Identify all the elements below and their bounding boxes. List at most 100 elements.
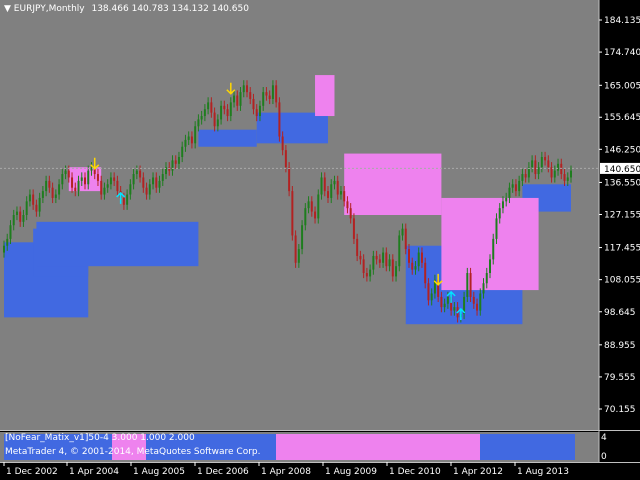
bull-candle bbox=[258, 105, 261, 117]
bull-candle bbox=[3, 245, 5, 253]
bull-candle bbox=[87, 170, 90, 185]
bear-candle bbox=[291, 191, 294, 236]
bull-candle bbox=[197, 119, 200, 127]
blue-band-block bbox=[198, 129, 257, 147]
bull-candle bbox=[161, 174, 164, 181]
bear-candle bbox=[440, 296, 443, 308]
bull-candle bbox=[330, 184, 333, 198]
price-tick-label: 108.055 bbox=[604, 276, 640, 286]
bear-candle bbox=[391, 259, 394, 277]
bull-candle bbox=[90, 167, 93, 171]
bear-candle bbox=[155, 177, 158, 188]
time-tick-label: 1 Aug 2005 bbox=[133, 467, 185, 477]
bull-candle bbox=[492, 238, 495, 260]
bull-candle bbox=[207, 102, 210, 110]
bull-candle bbox=[25, 201, 28, 215]
bull-candle bbox=[148, 184, 151, 195]
bear-candle bbox=[213, 112, 216, 127]
indicator-label: [NoFear_Matix_v1]50-4 3.000 1.000 2.000 bbox=[5, 433, 195, 443]
bull-candle bbox=[61, 174, 64, 185]
bear-candle bbox=[356, 238, 359, 256]
bear-candle bbox=[544, 156, 547, 161]
bull-candle bbox=[369, 269, 372, 277]
bull-candle bbox=[200, 116, 203, 120]
bear-candle bbox=[122, 197, 125, 205]
bear-candle bbox=[385, 252, 388, 267]
bull-candle bbox=[521, 174, 524, 181]
bear-candle bbox=[346, 201, 349, 209]
bull-candle bbox=[216, 119, 219, 127]
bull-candle bbox=[320, 177, 323, 195]
symbol-header: ▼ EURJPY,Monthly 138.466 140.783 134.132… bbox=[4, 4, 249, 14]
bull-candle bbox=[239, 92, 242, 106]
bear-candle bbox=[524, 174, 527, 178]
bear-candle bbox=[472, 296, 475, 304]
bull-candle bbox=[158, 180, 161, 188]
bull-candle bbox=[262, 92, 265, 106]
bear-candle bbox=[310, 201, 313, 212]
bear-candle bbox=[281, 136, 284, 151]
bull-candle bbox=[109, 177, 112, 185]
price-axis: 184.135 174.740 165.005 155.645 146.250 136.5… bbox=[599, 16, 640, 415]
bear-candle bbox=[359, 255, 362, 260]
bear-candle bbox=[71, 177, 74, 188]
bear-candle bbox=[51, 187, 54, 198]
bull-candle bbox=[417, 252, 420, 267]
bull-candle bbox=[485, 273, 488, 284]
bull-candle bbox=[132, 174, 135, 185]
bear-candle bbox=[48, 180, 51, 188]
bull-candle bbox=[518, 180, 521, 192]
bull-candle bbox=[395, 266, 398, 277]
bull-candle bbox=[446, 296, 449, 304]
bear-candle bbox=[67, 170, 70, 178]
bear-candle bbox=[278, 102, 281, 137]
bull-candle bbox=[12, 215, 15, 226]
bear-candle bbox=[223, 105, 226, 110]
price-tick-label: 165.005 bbox=[604, 81, 640, 91]
bull-candle bbox=[508, 187, 511, 198]
bear-candle bbox=[560, 163, 563, 175]
bull-candle bbox=[297, 249, 300, 263]
bear-candle bbox=[352, 218, 355, 239]
time-tick-label: 1 Apr 2008 bbox=[261, 467, 311, 477]
bear-candle bbox=[476, 303, 479, 311]
bear-candle bbox=[534, 160, 537, 175]
bear-candle bbox=[424, 262, 427, 284]
bull-candle bbox=[511, 184, 514, 188]
bear-candle bbox=[246, 85, 248, 93]
time-tick-label: 1 Dec 2002 bbox=[6, 467, 58, 477]
time-tick-label: 1 Aug 2013 bbox=[517, 467, 569, 477]
bull-candle bbox=[304, 208, 307, 226]
price-tick-label: 174.740 bbox=[604, 48, 640, 58]
bear-candle bbox=[336, 180, 339, 195]
copyright-text: MetaTrader 4, © 2001-2014, MetaQuotes So… bbox=[5, 447, 261, 457]
bear-candle bbox=[314, 211, 317, 219]
time-tick-label: 1 Dec 2006 bbox=[197, 467, 249, 477]
bull-candle bbox=[177, 156, 180, 164]
bear-candle bbox=[265, 92, 268, 96]
price-tick-label: 136.550 bbox=[604, 178, 640, 188]
bear-candle bbox=[84, 177, 86, 185]
bull-candle bbox=[495, 218, 498, 239]
bear-candle bbox=[284, 150, 287, 168]
bull-candle bbox=[498, 208, 501, 219]
bull-candle bbox=[443, 303, 446, 308]
bear-candle bbox=[236, 95, 239, 106]
bear-candle bbox=[327, 191, 329, 198]
bull-candle bbox=[45, 180, 48, 192]
symbol-name: EURJPY,Monthly bbox=[13, 4, 85, 14]
bull-candle bbox=[6, 238, 9, 246]
price-tick-label: 88.955 bbox=[604, 341, 636, 351]
bull-candle bbox=[333, 180, 336, 185]
time-tick-label: 1 Apr 2004 bbox=[69, 467, 119, 477]
price-tick-label: 98.645 bbox=[604, 308, 636, 318]
bull-candle bbox=[9, 225, 12, 239]
bull-candle bbox=[553, 170, 556, 178]
bull-candle bbox=[479, 293, 482, 311]
bear-candle bbox=[190, 136, 193, 144]
bear-candle bbox=[210, 102, 213, 113]
chart-canvas[interactable]: 184.135 174.740 165.005 155.645 146.250 136.5… bbox=[0, 0, 640, 480]
bear-candle bbox=[142, 177, 145, 188]
bear-candle bbox=[427, 283, 430, 301]
bull-candle bbox=[339, 191, 342, 195]
